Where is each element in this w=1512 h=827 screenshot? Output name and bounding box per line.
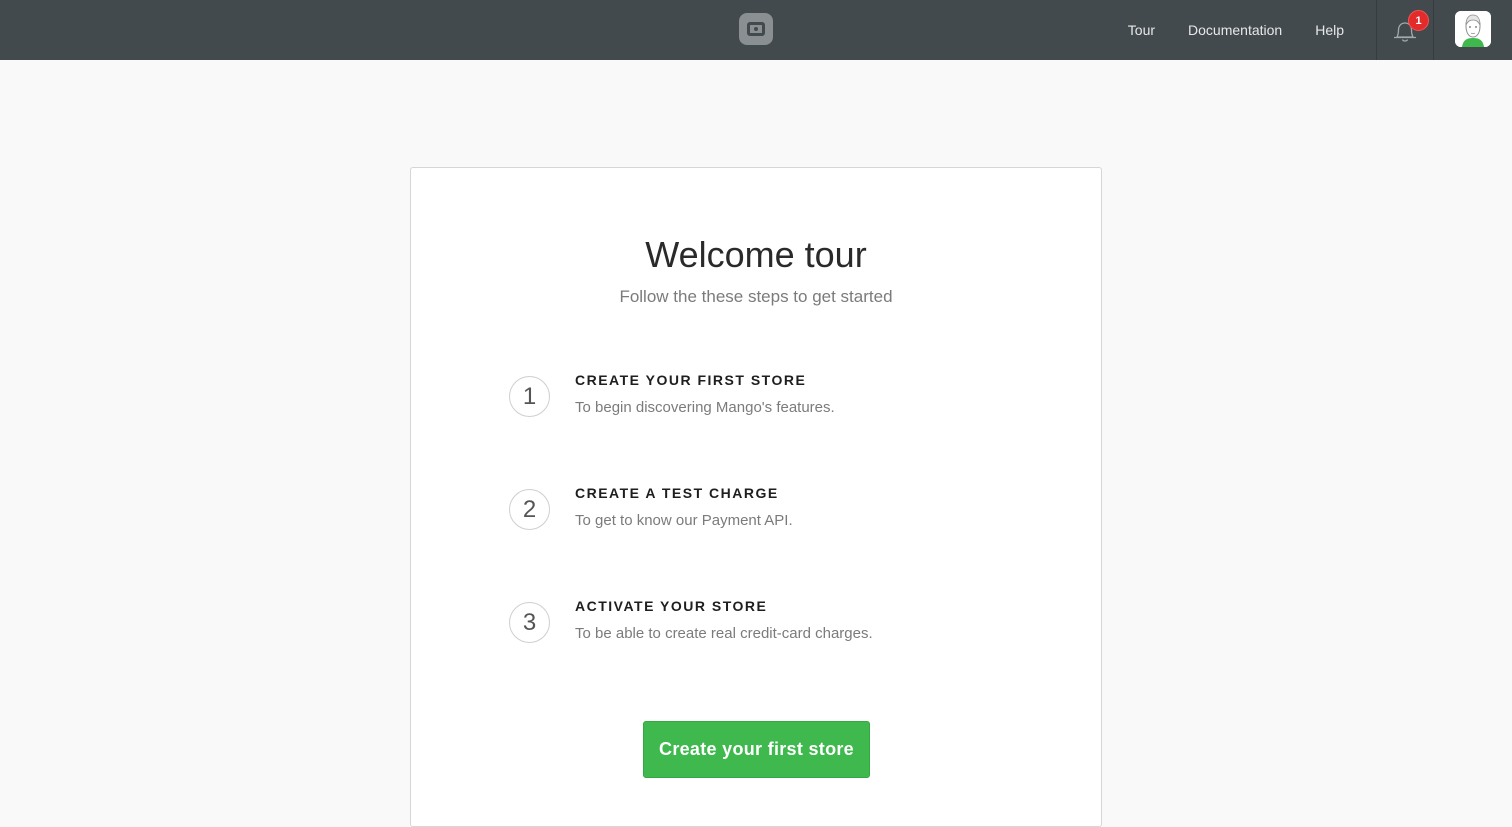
step-number-badge: 2 [509, 489, 550, 530]
page-subtitle: Follow the these steps to get started [619, 287, 893, 306]
page-title: Welcome tour [645, 234, 867, 275]
logo-icon[interactable] [739, 13, 773, 45]
logo-mark [747, 22, 765, 36]
step-description: To be able to create real credit-card ch… [575, 625, 873, 642]
user-avatar[interactable] [1455, 11, 1491, 47]
top-nav-links: Tour Documentation Help [1095, 0, 1344, 60]
step-number-badge: 3 [509, 602, 550, 643]
nav-divider [1376, 0, 1377, 60]
tour-step: 3 ACTIVATE YOUR STORE To be able to crea… [509, 598, 1009, 662]
step-description: To get to know our Payment API. [575, 512, 793, 529]
step-title: CREATE A TEST CHARGE [575, 485, 779, 501]
nav-divider [1433, 0, 1434, 60]
step-description: To begin discovering Mango's features. [575, 399, 835, 416]
nav-link-help[interactable]: Help [1315, 22, 1344, 38]
welcome-tour-card: Welcome tour Follow the these steps to g… [410, 167, 1102, 827]
nav-link-documentation[interactable]: Documentation [1188, 22, 1282, 38]
tour-step: 2 CREATE A TEST CHARGE To get to know ou… [509, 485, 1009, 549]
user-avatar-icon [1455, 11, 1491, 47]
top-navigation-bar: Tour Documentation Help 1 [0, 0, 1512, 60]
create-first-store-button[interactable]: Create your first store [643, 721, 870, 778]
notification-count-badge: 1 [1408, 10, 1429, 31]
nav-link-tour[interactable]: Tour [1128, 22, 1155, 38]
tour-step: 1 CREATE YOUR FIRST STORE To begin disco… [509, 372, 1009, 436]
step-number-badge: 1 [509, 376, 550, 417]
step-title: CREATE YOUR FIRST STORE [575, 372, 807, 388]
step-title: ACTIVATE YOUR STORE [575, 598, 768, 614]
